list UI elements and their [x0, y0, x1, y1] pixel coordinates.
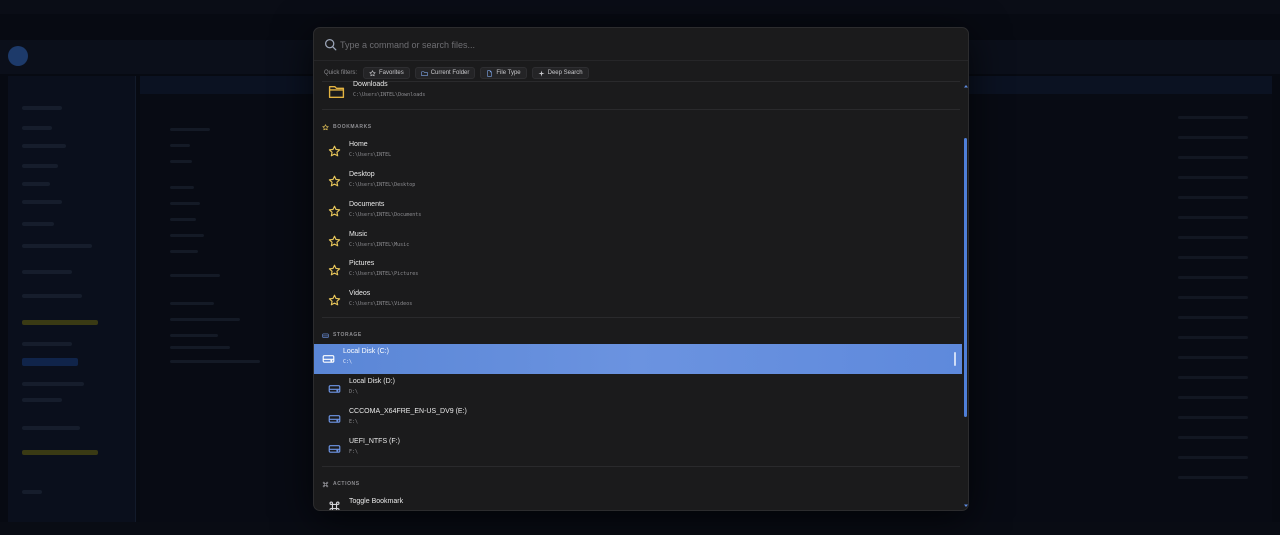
- drive-icon: [322, 355, 335, 363]
- section-title: BOOKMARKS: [333, 124, 372, 130]
- result-path: C:\Users\INTEL\Desktop: [349, 182, 416, 188]
- result-title: Local Disk (D:): [349, 378, 395, 385]
- scroll-up-arrow-icon[interactable]: [962, 82, 969, 90]
- result-path: C:\: [343, 359, 353, 365]
- search-input[interactable]: [340, 36, 940, 54]
- filter-chip-label: File Type: [496, 70, 521, 76]
- result-title: UEFI_NTFS (F:): [349, 438, 400, 445]
- drive-icon: [328, 385, 341, 393]
- star-icon: [369, 69, 376, 76]
- divider: [322, 109, 960, 110]
- bookmark-item-documents[interactable]: Documents C:\Users\INTEL\Documents: [314, 197, 962, 227]
- star-icon: [328, 235, 341, 247]
- result-path: C:\Users\INTEL\Videos: [349, 301, 413, 307]
- drive-icon: [328, 445, 341, 453]
- background-statusbar: [0, 522, 1280, 535]
- result-path: C:\Users\INTEL\Downloads: [353, 92, 426, 98]
- storage-item-e-drive[interactable]: CCCOMA_X64FRE_EN-US_DV9 (E:) E:\: [314, 404, 962, 434]
- results-list: Downloads C:\Users\INTEL\Downloads BOOKM…: [314, 77, 962, 510]
- star-icon: [322, 123, 329, 130]
- bookmark-item-videos[interactable]: Videos C:\Users\INTEL\Videos: [314, 286, 962, 316]
- background-app-icon: [8, 46, 28, 66]
- star-icon: [328, 145, 341, 157]
- result-item-downloads[interactable]: Downloads C:\Users\INTEL\Downloads: [314, 77, 962, 107]
- scroll-down-arrow-icon[interactable]: [962, 502, 969, 510]
- result-title: Music: [349, 231, 368, 238]
- result-title: Videos: [349, 290, 371, 297]
- result-title: CCCOMA_X64FRE_EN-US_DV9 (E:): [349, 408, 467, 415]
- result-path: E:\: [349, 419, 359, 425]
- result-title: Local Disk (C:): [343, 348, 389, 355]
- result-title: Downloads: [353, 81, 388, 88]
- result-title: Documents: [349, 201, 385, 208]
- command-palette: Quick filters: Favorites Current Folder …: [313, 27, 969, 511]
- filter-chip-label: Favorites: [379, 70, 404, 76]
- sparkle-icon: [538, 69, 545, 77]
- background-titlebar: [0, 0, 1280, 14]
- drive-icon: [322, 333, 329, 338]
- command-icon: [329, 501, 340, 510]
- scrollbar-thumb[interactable]: [964, 138, 967, 417]
- section-title: STORAGE: [333, 332, 362, 338]
- folder-icon: [421, 70, 428, 76]
- bookmark-item-music[interactable]: Music C:\Users\INTEL\Music: [314, 227, 962, 257]
- search-bar: [314, 28, 968, 61]
- section-header-actions: ACTIONS: [322, 478, 360, 490]
- divider: [322, 466, 960, 467]
- filter-chip-label: Deep Search: [547, 70, 583, 76]
- selection-indicator: [954, 352, 956, 366]
- bookmark-item-home[interactable]: Home C:\Users\INTEL: [314, 137, 962, 167]
- result-title: Home: [349, 141, 368, 148]
- storage-item-c-drive[interactable]: Local Disk (C:) C:\: [314, 344, 962, 374]
- divider: [322, 317, 960, 318]
- result-path: D:\: [349, 389, 359, 395]
- background-sidebar: [8, 76, 136, 522]
- star-icon: [328, 205, 341, 217]
- result-path: C:\Users\INTEL\Music: [349, 242, 410, 248]
- result-path: C:\Users\INTEL\Pictures: [349, 271, 419, 277]
- search-icon: [324, 38, 337, 51]
- section-title: ACTIONS: [333, 481, 360, 487]
- file-icon: [487, 69, 493, 77]
- star-icon: [328, 175, 341, 187]
- result-title: Pictures: [349, 260, 375, 267]
- folder-icon: [328, 86, 345, 99]
- result-path: C:\Users\INTEL: [349, 152, 392, 158]
- result-title: Desktop: [349, 171, 375, 178]
- result-path: C:\Users\INTEL\Documents: [349, 212, 422, 218]
- bookmark-item-pictures[interactable]: Pictures C:\Users\INTEL\Pictures: [314, 256, 962, 286]
- section-header-bookmarks: BOOKMARKS: [322, 121, 372, 133]
- storage-item-d-drive[interactable]: Local Disk (D:) D:\: [314, 374, 962, 404]
- drive-icon: [328, 415, 341, 423]
- result-title: Toggle Bookmark: [349, 498, 404, 505]
- storage-item-f-drive[interactable]: UEFI_NTFS (F:) F:\: [314, 434, 962, 464]
- filter-chip-label: Current Folder: [430, 70, 470, 76]
- action-item-toggle-bookmark[interactable]: Toggle Bookmark: [314, 494, 962, 510]
- result-path: F:\: [349, 449, 359, 455]
- section-header-storage: STORAGE: [322, 329, 362, 341]
- star-icon: [328, 264, 341, 276]
- star-icon: [328, 294, 341, 306]
- command-icon: [322, 481, 329, 487]
- quick-filters-label: Quick filters:: [324, 70, 358, 76]
- bookmark-item-desktop[interactable]: Desktop C:\Users\INTEL\Desktop: [314, 167, 962, 197]
